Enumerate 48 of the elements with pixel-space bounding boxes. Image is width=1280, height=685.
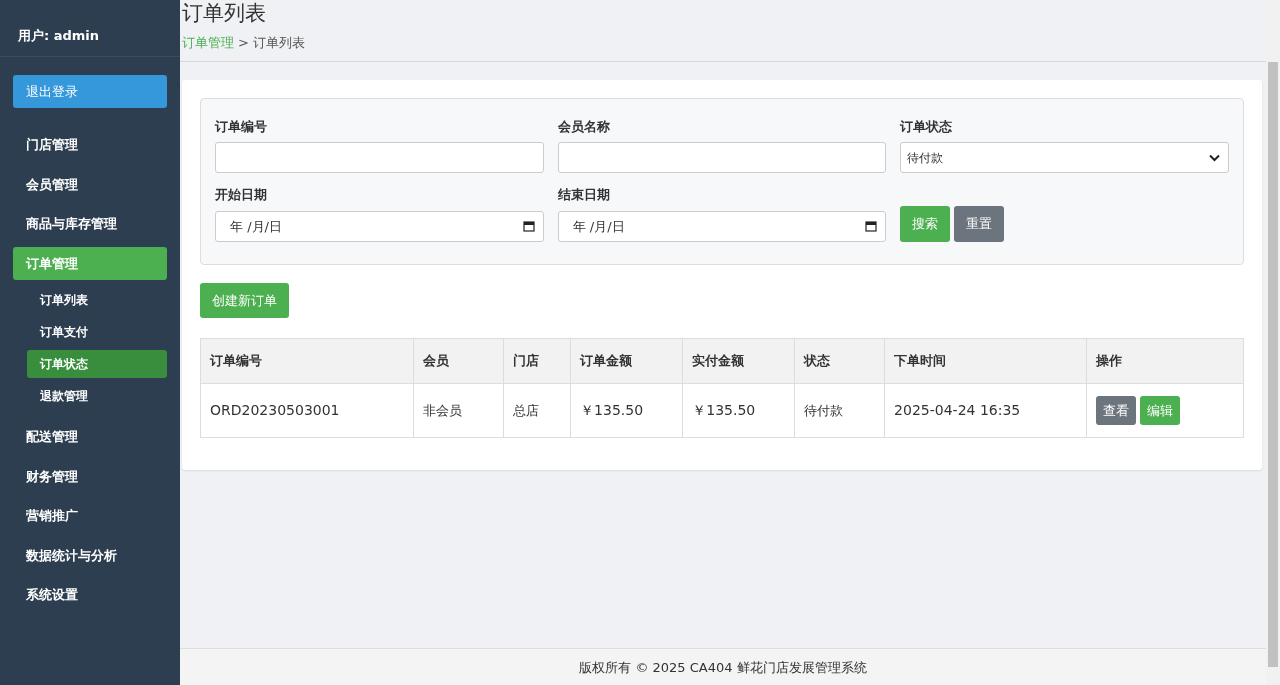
field-label: 订单状态: [900, 117, 954, 136]
sidebar-item[interactable]: 商品与库存管理: [13, 207, 167, 241]
input-field[interactable]: [215, 142, 544, 174]
chevron-down-icon: [1209, 153, 1220, 162]
view-button[interactable]: 查看: [1095, 395, 1136, 426]
table-cell: 非会员: [413, 383, 504, 438]
sidebar-item[interactable]: 门店管理: [13, 128, 167, 162]
column-header: 状态: [794, 338, 885, 384]
column-header: 下单时间: [884, 338, 1087, 384]
input-field[interactable]: [557, 142, 887, 174]
field-label: 会员名称: [557, 117, 611, 136]
calendar-icon[interactable]: [522, 220, 535, 233]
table-cell: ￥135.50: [570, 383, 683, 438]
table-cell: 2025-04-24 16:35: [884, 383, 1087, 438]
sidebar-subitem[interactable]: 退款管理: [27, 382, 167, 410]
column-header: 门店: [503, 338, 571, 384]
column-header: 会员: [413, 338, 504, 384]
column-header: 订单编号: [200, 338, 414, 384]
sidebar-item[interactable]: 数据统计与分析: [13, 538, 167, 572]
table-cell: 总店: [503, 383, 571, 438]
sidebar-item[interactable]: 系统设置: [13, 578, 167, 612]
status-select[interactable]: 待付款: [900, 142, 1229, 174]
date-field[interactable]: 年 /月/日: [557, 210, 887, 242]
footer-text: 版权所有 © 2025 CA404 鲜花门店发展管理系统: [180, 647, 1266, 685]
date-field[interactable]: 年 /月/日: [215, 210, 544, 242]
table-cell: 待付款: [794, 383, 885, 438]
sidebar-item[interactable]: 配送管理: [13, 420, 167, 454]
field-label: 开始日期: [215, 186, 268, 205]
sidebar-item[interactable]: 财务管理: [13, 459, 167, 493]
sidebar-item[interactable]: 会员管理: [13, 167, 167, 201]
column-header: 实付金额: [682, 338, 795, 384]
table-cell: ORD20230503001: [200, 383, 414, 438]
column-header: 订单金额: [570, 338, 683, 384]
breadcrumb-current: 订单列表: [252, 34, 305, 53]
column-header: 操作: [1086, 338, 1244, 384]
scrollbar-thumb[interactable]: [1268, 62, 1278, 667]
sidebar-subitem[interactable]: 订单列表: [27, 286, 167, 314]
sidebar-item[interactable]: 营销推广: [13, 499, 167, 533]
field-label: 订单编号: [215, 117, 268, 136]
user-label: 用户: admin: [0, 0, 180, 57]
field-label: 结束日期: [557, 186, 611, 205]
sidebar-subitem[interactable]: 订单状态: [27, 350, 167, 378]
sidebar-subitem[interactable]: 订单支付: [27, 318, 167, 346]
breadcrumb-separator: >: [238, 34, 249, 53]
calendar-icon[interactable]: [865, 220, 878, 233]
page-title: 订单列表: [182, 0, 267, 27]
table-cell: ￥135.50: [682, 383, 795, 438]
reset-button[interactable]: 重置: [954, 206, 1005, 242]
